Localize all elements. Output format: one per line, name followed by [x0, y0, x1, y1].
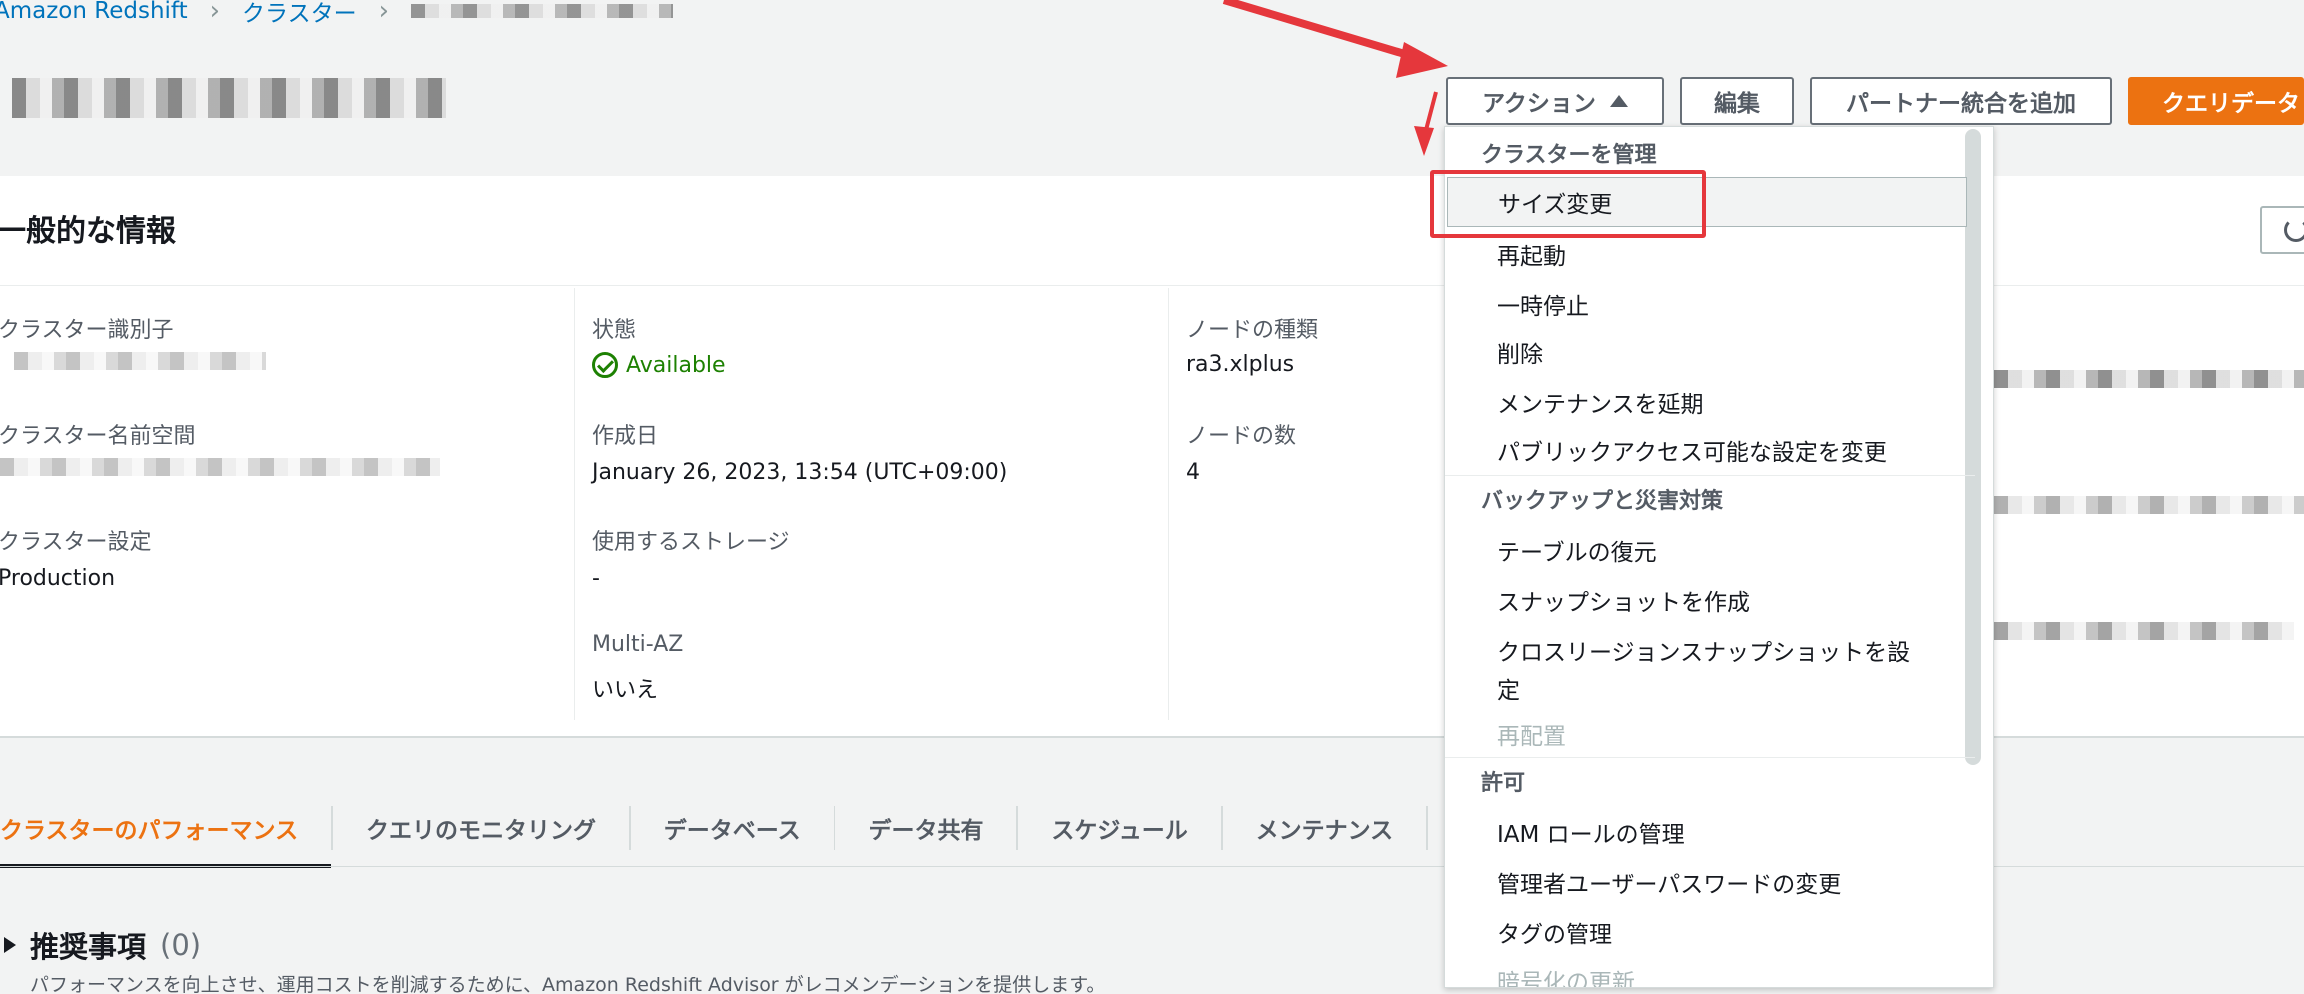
check-circle-icon	[592, 352, 618, 378]
node-type-value: ra3.xlplus	[1186, 352, 1295, 377]
edit-button-label: 編集	[1714, 91, 1760, 117]
node-count-value: 4	[1186, 460, 1200, 485]
storage-label: 使用するストレージ	[592, 530, 790, 555]
menu-divider	[1445, 757, 1975, 758]
menu-item-cross-region-line-1: クロスリージョンスナップショットを設	[1497, 640, 1911, 666]
status-value: Available	[626, 352, 726, 378]
redacted-value	[1994, 622, 2294, 640]
tab-bar: クラスターのパフォーマンス クエリのモニタリング データベース データ共有 スケ…	[0, 790, 1428, 868]
cluster-config-value: Production	[0, 566, 116, 591]
tab-schedules[interactable]: スケジュール	[1018, 790, 1220, 866]
multi-az-value: いいえ	[592, 678, 659, 703]
tab-cluster-performance[interactable]: クラスターのパフォーマンス	[0, 790, 332, 868]
recommendations-toggle[interactable]: 推奨事項 (0)	[4, 924, 201, 966]
recommendations-title: 推奨事項	[30, 930, 147, 964]
add-partner-integration-label: パートナー統合を追加	[1846, 91, 2076, 117]
annotation-highlight-box	[1430, 170, 1706, 238]
created-value: January 26, 2023, 13:54 (UTC+09:00)	[592, 460, 1008, 485]
annotation-arrow-head-2	[1414, 126, 1434, 156]
menu-item-manage-iam-roles[interactable]: IAM ロールの管理	[1497, 815, 1685, 849]
annotation-arrow-line-2	[1424, 91, 1438, 131]
tab-maintenance[interactable]: メンテナンス	[1223, 790, 1427, 866]
tab-databases[interactable]: データベース	[631, 790, 834, 866]
add-partner-integration-button[interactable]: パートナー統合を追加	[1810, 77, 2112, 125]
menu-item-manage-tags[interactable]: タグの管理	[1497, 915, 1612, 949]
caret-right-icon	[4, 937, 16, 953]
menu-item-modify-public-access[interactable]: パブリックアクセス可能な設定を変更	[1497, 433, 1887, 467]
cluster-namespace-label: クラスター名前空間	[0, 424, 196, 449]
menu-item-defer-maintenance[interactable]: メンテナンスを延期	[1497, 385, 1704, 419]
created-label: 作成日	[592, 424, 659, 449]
menu-item-pause[interactable]: 一時停止	[1497, 287, 1589, 321]
annotation-arrow-head	[1396, 42, 1448, 78]
refresh-button[interactable]	[2260, 206, 2304, 254]
tab-query-monitoring[interactable]: クエリのモニタリング	[333, 790, 629, 866]
dropdown-scrollbar[interactable]	[1965, 129, 1981, 765]
edit-button[interactable]: 編集	[1680, 77, 1794, 125]
recommendations-count: (0)	[160, 928, 202, 962]
redacted-value	[1994, 370, 2304, 388]
storage-value: -	[592, 566, 600, 591]
menu-item-create-snapshot[interactable]: スナップショットを作成	[1497, 583, 1750, 617]
refresh-icon	[2284, 218, 2304, 242]
tab-datashares[interactable]: データ共有	[835, 790, 1016, 866]
menu-item-cross-region-line-2: 定	[1497, 678, 1520, 704]
menu-item-restore-table[interactable]: テーブルの復元	[1497, 533, 1657, 567]
actions-button[interactable]: アクション	[1446, 77, 1664, 125]
cluster-config-label: クラスター設定	[0, 530, 152, 555]
node-type-label: ノードの種類	[1186, 318, 1319, 343]
menu-item-change-admin-password[interactable]: 管理者ユーザーパスワードの変更	[1497, 865, 1841, 899]
node-count-label: ノードの数	[1186, 424, 1297, 449]
multi-az-label: Multi-AZ	[592, 632, 684, 657]
menu-divider	[1445, 475, 1975, 476]
redacted-value	[1994, 496, 2304, 514]
menu-item-cross-region-snapshot[interactable]: クロスリージョンスナップショットを設 定	[1497, 633, 1910, 705]
status-badge: Available	[592, 352, 726, 378]
annotation-arrow-line	[1222, 0, 1420, 62]
menu-group-permissions: 許可	[1481, 771, 1526, 796]
menu-item-relocate: 再配置	[1497, 724, 1566, 750]
recommendations-description: パフォーマンスを向上させ、運用コストを削減するために、Amazon Redshi…	[30, 974, 1106, 994]
column-divider	[1168, 288, 1169, 720]
menu-group-backup: バックアップと災害対策	[1481, 489, 1724, 514]
tab-separator	[1426, 806, 1428, 850]
actions-button-label: アクション	[1482, 91, 1596, 117]
menu-item-update-encryption[interactable]: 暗号化の更新	[1497, 963, 1635, 987]
actions-dropdown-menu: クラスターを管理 サイズ変更 再起動 一時停止 削除 メンテナンスを延期 パブリ…	[1444, 126, 1994, 988]
panel-title: 一般的な情報	[0, 214, 176, 249]
redacted-namespace	[0, 458, 440, 476]
caret-up-icon	[1609, 95, 1628, 107]
menu-item-reboot[interactable]: 再起動	[1497, 237, 1566, 271]
redacted-cluster-id	[14, 352, 266, 370]
status-label: 状態	[592, 318, 637, 343]
column-divider	[574, 288, 575, 720]
cluster-id-label: クラスター識別子	[0, 318, 174, 343]
query-data-button[interactable]: クエリデータ	[2128, 77, 2304, 125]
menu-group-manage-cluster: クラスターを管理	[1481, 143, 1657, 168]
query-data-label: クエリデータ	[2162, 91, 2300, 117]
menu-item-delete[interactable]: 削除	[1497, 335, 1543, 369]
